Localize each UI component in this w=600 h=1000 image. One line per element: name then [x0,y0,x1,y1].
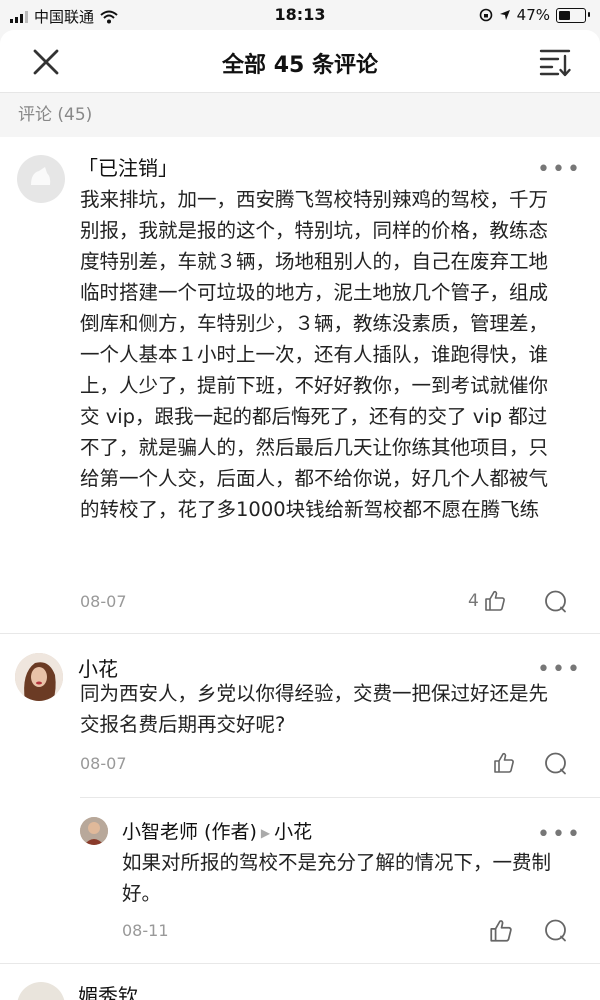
battery-percent: 47% [516,6,550,24]
thumbs-up-icon [494,752,514,773]
more-options-icon[interactable]: ••• [537,824,582,846]
reply-author[interactable]: 小智老师 (作者) [122,821,257,843]
reply-comment-icon[interactable] [543,751,569,777]
comment-list: 「已注销」 ••• 我来排坑，加一，西安腾飞驾校特别辣鸡的驾校，千万别报，我就是… [0,137,600,1000]
comment-date: 08-07 [80,754,127,773]
comment-count-strip: 评论 (45) [0,93,600,137]
status-bar: 中国联通 18:13 47% [0,0,600,30]
sort-icon[interactable] [538,46,572,78]
default-avatar-icon [31,167,51,185]
reply-date: 08-11 [122,921,169,940]
more-options-icon[interactable]: ••• [537,659,582,681]
user-photo-icon [15,653,63,701]
comment-username[interactable]: 媚秀钦 [78,980,138,1000]
status-right: 47% [479,6,590,24]
page-title: 全部 45 条评论 [222,53,378,78]
screen-lock-icon [479,8,492,22]
avatar[interactable] [17,982,65,1000]
comment-date: 08-07 [80,592,127,611]
avatar[interactable] [80,817,108,845]
avatar[interactable] [15,653,63,701]
author-avatar-icon [80,817,108,845]
battery-icon [556,7,590,23]
comment-text: 同为西安人，乡党以你得经验，交费一把保过好还是先交报名费后期再交好呢? [80,682,549,736]
like-count: 4 [468,591,479,611]
comment-text: 我来排坑，加一，西安腾飞驾校特别辣鸡的驾校，千万别报，我就是报的这个，特别坑，同… [80,188,549,521]
reply-arrow-icon: ▶ [260,825,271,840]
reply-comment-icon[interactable] [543,589,569,615]
divider [80,797,600,798]
like-button[interactable] [488,751,516,775]
thumbs-up-icon[interactable] [488,918,514,944]
location-icon [499,10,510,20]
more-options-icon[interactable]: ••• [537,159,582,181]
reply-header: 小智老师 (作者) ▶ 小花 [122,817,312,844]
like-button[interactable]: 4 [468,589,507,613]
reply-text: 如果对所报的驾校不是充分了解的情况下，一费制好。 [122,851,552,905]
comments-sheet-header: 全部 45 条评论 [0,30,600,93]
divider [0,633,600,634]
comment-username[interactable]: 「已注销」 [78,152,178,181]
thumbs-up-icon [485,590,505,611]
divider [0,963,600,964]
avatar[interactable] [17,155,65,203]
reply-comment-icon[interactable] [543,918,569,944]
reply-to-user[interactable]: 小花 [274,821,312,843]
comment-count-label: 评论 (45) [18,105,93,125]
